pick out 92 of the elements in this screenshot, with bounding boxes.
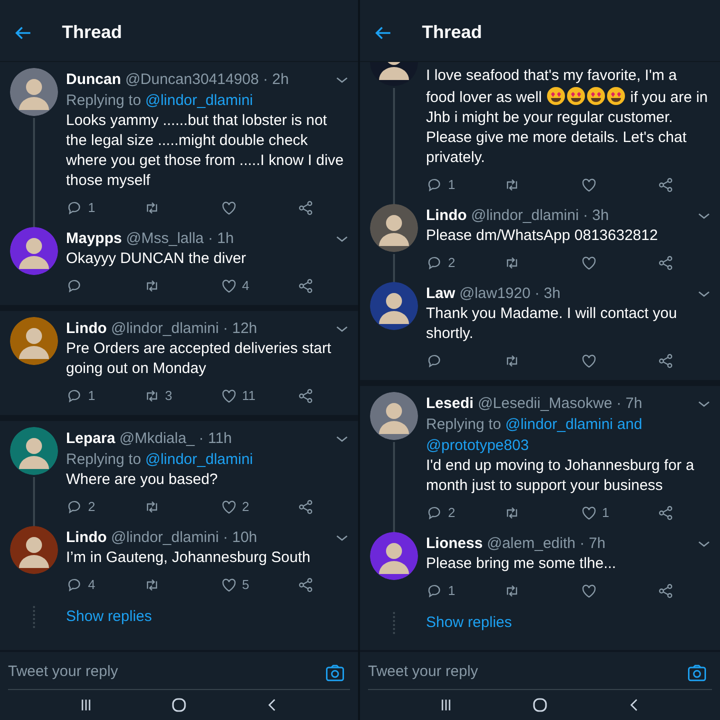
mention-link[interactable]: @prototype803 [426,437,529,454]
avatar [370,204,418,252]
avatar [370,532,418,580]
avatar [370,282,418,330]
screen-title: Thread [62,21,122,44]
heart-icon[interactable] [220,498,238,516]
avatar [10,227,58,275]
share-icon[interactable] [657,352,675,370]
heart-eyes-emoji-icon [566,86,586,106]
heart-eyes-emoji-icon [586,86,606,106]
heart-icon[interactable] [220,199,238,217]
tweet-text: Where are you based? [66,470,219,490]
tweet-text: Thank you Madame. I will contact you shortly. [426,304,678,344]
mention-link[interactable]: @lindor_dlamini [145,451,253,468]
heart-eyes-emoji-icon [546,86,566,106]
share-icon[interactable] [297,576,315,594]
author-name[interactable]: Lindo [426,207,467,224]
thread-line [33,477,35,526]
mention-link[interactable]: @lindor_dlamini [145,92,253,109]
avatar [10,68,58,116]
thread-line [393,254,395,282]
avatar [10,526,58,574]
author-name[interactable]: Lesedi [426,395,474,412]
mention-link[interactable]: @lindor_dlamini and [505,416,642,433]
heart-icon[interactable] [580,352,598,370]
count: 2 [88,498,96,516]
count: 2 [448,504,456,522]
author-name[interactable]: Duncan [66,71,122,88]
replying-label: Replying to [66,92,142,109]
author-handle: @law1920 · 3h [459,285,560,302]
home-icon[interactable] [530,696,549,714]
count: 2 [448,254,456,272]
share-icon[interactable] [297,277,315,295]
author-handle: @Mss_lalla · 1h [126,230,234,247]
share-icon[interactable] [657,504,675,522]
replying-label: Replying to [66,451,142,468]
count: 1 [602,504,610,522]
tweet-text: Please dm/WhatsApp 0813632812 [426,226,659,246]
tweet-text: I'd end up moving to Johannesburg for a month just to support your business [426,456,696,496]
author-name[interactable]: Maypps [66,230,122,247]
show-replies-link[interactable]: Show replies [426,612,512,634]
heart-icon[interactable] [220,576,238,594]
author-handle: @Mkdiala_ · 11h [119,430,232,447]
author-handle: @alem_edith · 7h [486,535,606,552]
count: 3 [165,387,172,406]
count: 4 [242,277,250,296]
tweet-text: Okayyy DUNCAN the diver [66,249,248,269]
author-name[interactable]: Lindo [66,320,107,337]
share-icon[interactable] [657,176,675,194]
share-icon[interactable] [297,387,315,405]
count: 11 [242,387,256,406]
count: 2 [242,498,250,516]
tweet-text: Pre Orders are accepted deliveries start going out on Monday [66,339,332,379]
show-replies-link[interactable]: Show replies [66,606,152,628]
author-handle: @lindor_dlamini · 10h [111,529,258,546]
count: 1 [448,582,456,600]
share-icon[interactable] [657,582,675,600]
avatar [370,392,418,440]
heart-icon[interactable] [580,176,598,194]
heart-eyes-emoji-icon [606,86,626,106]
heart-icon[interactable] [220,277,238,295]
count: 4 [88,576,96,594]
reply-field[interactable]: Tweet your reply [8,661,324,684]
author-name[interactable]: Lioness [426,535,483,552]
author-handle: @lindor_dlamini · 3h [471,207,609,224]
share-icon[interactable] [657,254,675,272]
screen-title: Thread [422,21,482,44]
tweet-text: I’m in Gauteng, Johannesburg South [66,548,312,568]
tweet-text: Looks yammy ......but that lobster is not the legal size .....might double check where you get those from .....I know I dive those myself [66,111,345,191]
count: 1 [88,387,96,406]
author-name[interactable]: Law [426,285,456,302]
heart-icon[interactable] [580,582,598,600]
count: 1 [88,199,96,218]
heart-icon[interactable] [580,504,598,522]
heart-icon[interactable] [220,387,238,405]
share-icon[interactable] [297,199,315,217]
avatar [10,317,58,365]
heart-icon[interactable] [580,254,598,272]
reply-field[interactable]: Tweet your reply [368,661,686,684]
tweet-text: Please bring me some tlhe... [426,554,618,574]
avatar [10,427,58,475]
author-name[interactable]: Lepara [66,430,116,447]
author-handle: @Lesedii_Masokwe · 7h [478,395,642,412]
author-handle: @lindor_dlamini · 12h [111,320,258,337]
home-icon[interactable] [170,696,188,714]
share-icon[interactable] [297,498,315,516]
tweet-text: I love seafood that's my favorite, I'm a food lover as well if you are in Jhb i might be your regular customer. Please give me more details. Let's chat privately. [426,66,709,168]
count: 1 [448,176,456,194]
replying-label: Replying to [426,416,502,433]
author-handle: @Duncan30414908 · 2h [125,71,289,88]
count: 5 [242,576,250,594]
author-name[interactable]: Lindo [66,529,107,546]
